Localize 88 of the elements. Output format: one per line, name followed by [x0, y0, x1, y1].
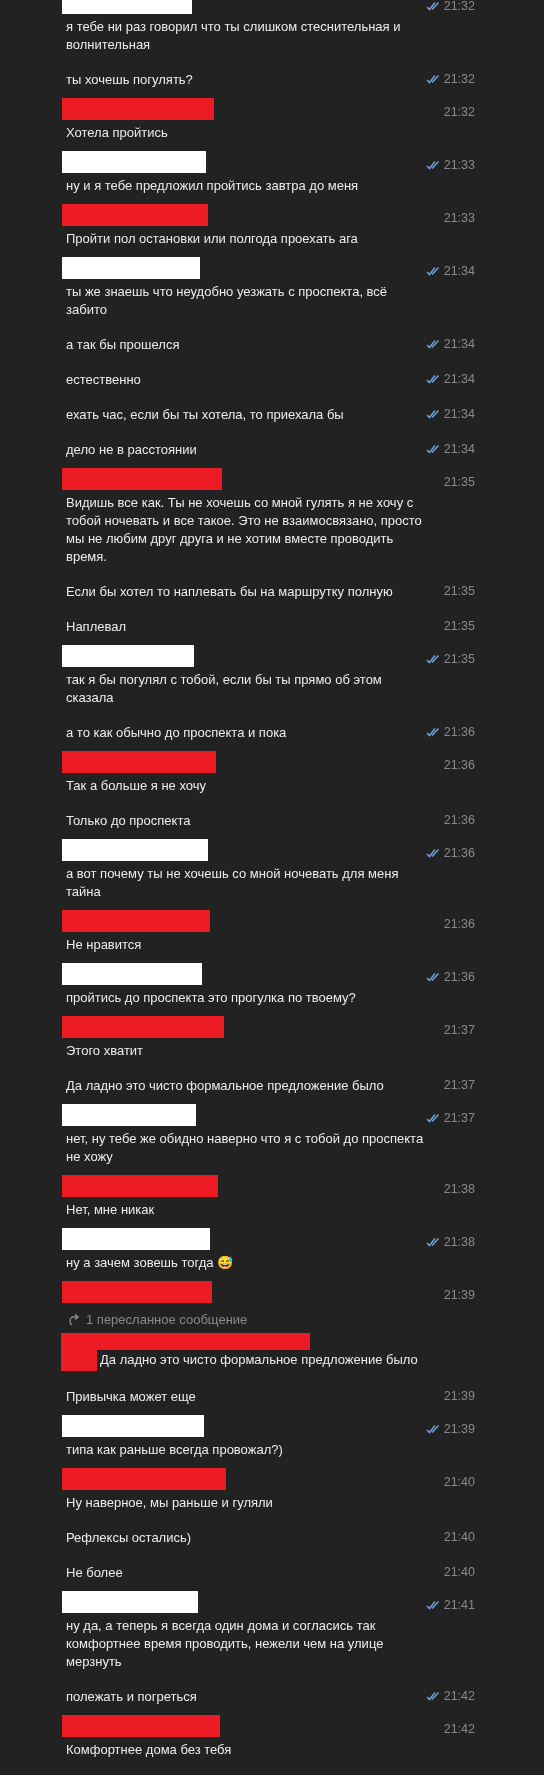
message-text: ты хочешь погулять?: [66, 71, 194, 89]
read-checkmarks-icon: [425, 374, 441, 384]
message-time: 21:36: [443, 724, 475, 740]
read-checkmarks-icon: [425, 972, 441, 982]
message-time: 21:36: [443, 969, 475, 985]
message-time: 21:38: [443, 1181, 475, 1197]
message-time: 21:36: [443, 845, 475, 861]
message-text: а то как обычно до проспекта и пока: [66, 724, 288, 742]
message-text: ты же знаешь что неудобно уезжать с проспекта, всё забито: [66, 283, 389, 319]
read-checkmarks-icon: [425, 1691, 441, 1701]
message-text: я тебе ни раз говорил что ты слишком стеснительная и волнительная: [66, 18, 402, 54]
message-text: Не более: [66, 1564, 124, 1582]
message-time: 21:34: [443, 406, 475, 422]
read-checkmarks-icon: [425, 74, 441, 84]
message-time: 21:35: [443, 583, 475, 599]
message-time: 21:33: [443, 210, 475, 226]
message-text: Да ладно это чисто формальное предложение было: [66, 1077, 385, 1095]
message-text: Так а больше я не хочу: [66, 777, 207, 795]
message-text: нет, ну тебе же обидно наверно что я с тобой до проспекта не хожу: [66, 1130, 425, 1166]
message-text: ну да, а теперь я всегда один дома и согласись так комфортнее время проводить, нежели чем на улице мерзнуть: [66, 1617, 385, 1671]
message-text: Только до проспекта: [66, 812, 192, 830]
read-checkmarks-icon: [425, 444, 441, 454]
read-checkmarks-icon: [425, 1, 441, 11]
message-time: 21:42: [443, 1721, 475, 1737]
read-checkmarks-icon: [425, 727, 441, 737]
read-checkmarks-icon: [425, 654, 441, 664]
message-time: 21:40: [443, 1564, 475, 1580]
message-time: 21:40: [443, 1529, 475, 1545]
message-text: ну а зачем зовешь тогда 😅: [66, 1254, 235, 1272]
message-text: Если бы хотел то наплевать бы на маршрутку полную: [66, 583, 394, 601]
message-text: Хотела пройтись: [66, 124, 169, 142]
message-text: Нет, мне никак: [66, 1201, 156, 1219]
message-text: полежать и погреться: [66, 1688, 198, 1706]
message-text: ехать час, если бы ты хотела, то приехала бы: [66, 406, 345, 424]
read-checkmarks-icon: [425, 1424, 441, 1434]
read-checkmarks-icon: [425, 409, 441, 419]
message-text: Комфортнее дома без тебя: [66, 1741, 233, 1759]
message-time: 21:37: [443, 1077, 475, 1093]
message-text: Этого хватит: [66, 1042, 145, 1060]
message-time: 21:38: [443, 1234, 475, 1250]
forwarded-label: 1 пересланное сообщение: [86, 1311, 248, 1329]
message-time: 21:40: [443, 1474, 475, 1490]
message-time: 21:39: [443, 1421, 475, 1437]
message-text: так я бы погулял с тобой, если бы ты прямо об этом сказала: [66, 671, 383, 707]
message-text: типа как раньше всегда провожал?): [66, 1441, 284, 1459]
read-checkmarks-icon: [425, 160, 441, 170]
message-text: ну и я тебе предложил пройтись завтра до меня: [66, 177, 360, 195]
message-time: 21:39: [443, 1287, 475, 1303]
message-text: Рефлексы остались): [66, 1529, 193, 1547]
message-text: дело не в расстоянии: [66, 441, 198, 459]
message-text: Не нравится: [66, 936, 143, 954]
message-text: а так бы прошелся: [66, 336, 181, 354]
message-text: естественно: [66, 371, 142, 389]
message-time: 21:39: [443, 1388, 475, 1404]
message-time: 21:35: [443, 618, 475, 634]
message-time: 21:42: [443, 1688, 475, 1704]
message-time: 21:34: [443, 441, 475, 457]
redaction-block: [61, 1333, 97, 1371]
message-time: 21:32: [443, 0, 475, 14]
message-text: Да ладно это чисто формальное предложение было: [99, 1351, 418, 1369]
message-time: 21:35: [443, 474, 475, 490]
message-text: Наплевал: [66, 618, 128, 636]
message-time: 21:36: [443, 757, 475, 773]
read-checkmarks-icon: [425, 339, 441, 349]
message-text: пройтись до проспекта это прогулка по твоему?: [66, 989, 357, 1007]
message-text: Ну наверное, мы раньше и гуляли: [66, 1494, 274, 1512]
read-checkmarks-icon: [425, 1600, 441, 1610]
message-time: 21:34: [443, 263, 475, 279]
forward-arrow-icon: [66, 1314, 80, 1326]
message-time: 21:41: [443, 1597, 475, 1613]
message-time: 21:36: [443, 812, 475, 828]
message-text: Пройти пол остановки или полгода проехать ага: [66, 230, 359, 248]
message-text: а вот почему ты не хочешь со мной ночевать для меня тайна: [66, 865, 400, 901]
message-time: 21:32: [443, 71, 475, 87]
message-time: 21:32: [443, 104, 475, 120]
message-time: 21:35: [443, 651, 475, 667]
message-text: Видишь все как. Ты не хочешь со мной гулять я не хочу с тобой ночевать и все такое. Это не взаимосвязано, просто мы не любим друг друга и не хотим вместе проводить время.: [66, 494, 423, 566]
message-time: 21:34: [443, 336, 475, 352]
message-text: Привычка может еще: [66, 1388, 197, 1406]
message-time: 21:34: [443, 371, 475, 387]
read-checkmarks-icon: [425, 1237, 441, 1247]
read-checkmarks-icon: [425, 1113, 441, 1123]
message-time: 21:33: [443, 157, 475, 173]
message-time: 21:37: [443, 1022, 475, 1038]
message-time: 21:37: [443, 1110, 475, 1126]
message-time: 21:36: [443, 916, 475, 932]
read-checkmarks-icon: [425, 266, 441, 276]
read-checkmarks-icon: [425, 848, 441, 858]
